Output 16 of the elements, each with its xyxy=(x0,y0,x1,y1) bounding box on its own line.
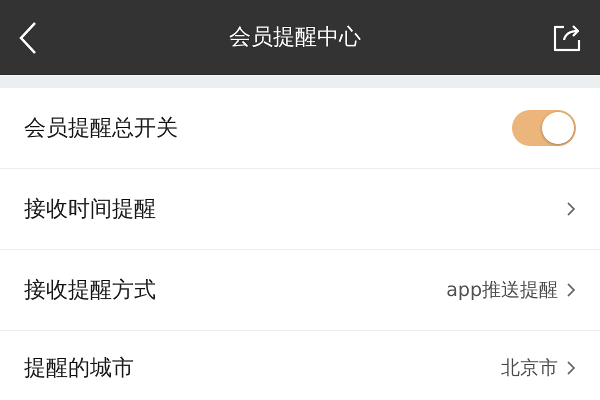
setting-label: 接收提醒方式 xyxy=(24,276,156,304)
chevron-right-icon xyxy=(566,282,576,298)
chevron-right-icon xyxy=(566,201,576,217)
page-title: 会员提醒中心 xyxy=(229,24,361,52)
back-icon[interactable] xyxy=(18,20,38,54)
setting-label: 会员提醒总开关 xyxy=(24,114,178,142)
settings-row[interactable]: 接收提醒方式 app推送提醒 xyxy=(0,250,600,331)
setting-value: 北京市 xyxy=(501,356,558,381)
settings-row[interactable]: 接收时间提醒 xyxy=(0,169,600,250)
share-icon[interactable] xyxy=(552,22,582,52)
settings-row[interactable]: 提醒的城市 北京市 xyxy=(0,331,600,399)
toggle-switch[interactable] xyxy=(512,110,576,146)
setting-value: app推送提醒 xyxy=(446,278,558,303)
setting-label: 接收时间提醒 xyxy=(24,196,156,224)
chevron-right-icon xyxy=(566,360,576,376)
setting-label: 提醒的城市 xyxy=(24,354,134,382)
